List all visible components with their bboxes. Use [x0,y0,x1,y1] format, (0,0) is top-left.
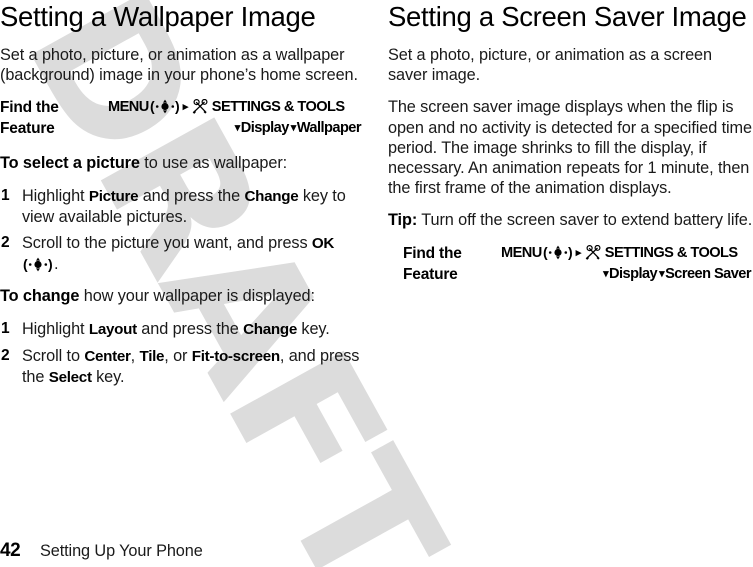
find-the-feature-label-line2: Feature [403,265,458,283]
change-key-label-2: Change [243,320,297,338]
arrow-down-icon-2: ▾ [659,267,665,280]
left-column: Setting a Wallpaper Image Set a photo, p… [0,0,363,400]
find-the-feature-path-row1: MENU() ▸ SETTINGS & TOOLS [501,243,753,264]
list-item: Scroll to the picture you want, and pres… [1,233,335,274]
find-the-feature-wallpaper: Find the Feature MENU() ▸ SETTINGS & TOOLS… [0,97,363,139]
menu-label: MENU [501,244,542,261]
arrow-down-icon-1: ▾ [603,267,609,280]
settings-tools-icon [585,244,602,260]
find-the-feature-path-row1: MENU() ▸ SETTINGS & TOOLS [108,97,363,118]
svg-text:(: ( [543,245,548,260]
screen-saver-tip: Tip: Turn off the screen saver to extend… [388,210,753,230]
svg-text:(: ( [23,257,28,272]
svg-text:): ) [568,245,572,260]
tip-label: Tip: [388,211,418,230]
find-the-feature-label-line1: Find the [403,244,462,262]
change-layout-lead-bold: To change [0,287,80,306]
center-option-label: Center [84,347,131,365]
menu-step-display: Display [240,120,290,137]
find-the-feature-screen-saver: Find the Feature MENU() ▸ SETTINGS & TOOLS… [388,243,753,285]
arrow-right-icon: ▸ [182,101,189,114]
menu-label: MENU [108,99,149,116]
select-picture-lead: To select a picture to use as wallpaper: [0,153,363,173]
footer-chapter-title: Setting Up Your Phone [40,542,203,560]
list-item: Highlight Picture and press the Change k… [1,186,346,226]
find-the-feature-label-line2: Feature [0,120,55,138]
svg-text:): ) [175,99,179,114]
nav-key-icon: () [23,257,53,272]
find-the-feature-label: Find the Feature [403,243,501,285]
menu-step-screen-saver: Screen Saver [665,265,751,282]
select-key-label: Select [48,369,92,387]
change-layout-lead: To change how your wallpaper is displaye… [0,286,363,306]
list-item: Scroll to Center, Tile, or Fit-to-screen… [1,346,360,387]
find-the-feature-path-row2: ▾Display ▾Wallpaper [108,118,363,139]
arrow-right-icon: ▸ [575,246,582,259]
settings-tools-destination: SETTINGS & TOOLS [604,244,738,261]
layout-key-label: Layout [88,320,137,338]
find-the-feature-label-line1: Find the [0,99,59,117]
tile-option-label: Tile [139,347,165,365]
change-layout-lead-rest: how your wallpaper is displayed: [79,287,315,306]
settings-tools-icon [192,99,209,115]
menu-step-wallpaper: Wallpaper [296,120,362,137]
fit-to-screen-option-label: Fit-to-screen [191,347,280,365]
manual-page: Setting a Wallpaper Image Set a photo, p… [0,0,753,567]
find-the-feature-path: MENU() ▸ SETTINGS & TOOLS ▾Display ▾Wallpap… [108,97,363,139]
screen-saver-paragraph-2: The screen saver image displays when the… [388,98,752,198]
settings-tools-destination: SETTINGS & TOOLS [211,99,345,116]
nav-key-icon: () [543,245,573,260]
list-item: Highlight Layout and press the Change ke… [1,319,330,339]
page-number: 42 [0,540,21,561]
right-column: Setting a Screen Saver Image Set a photo… [388,0,753,299]
menu-step-display: Display [609,265,658,282]
screen-saver-section-title: Setting a Screen Saver Image [388,1,747,32]
svg-text:(: ( [150,99,155,114]
find-the-feature-path-row2: ▾Display ▾Screen Saver [501,264,753,285]
page-footer: 42 Setting Up Your Phone [0,540,753,562]
arrow-down-icon-1: ▾ [234,122,241,135]
wallpaper-intro-paragraph: Set a photo, picture, or animation as a … [0,46,358,85]
select-picture-steps: Highlight Picture and press the Change k… [0,186,363,275]
ok-key-label: OK [311,235,335,253]
svg-text:): ) [48,257,53,272]
change-layout-steps: Highlight Layout and press the Change ke… [0,319,363,389]
change-key-label: Change [244,187,299,205]
nav-key-icon: () [150,99,180,114]
find-the-feature-path: MENU() ▸ SETTINGS & TOOLS ▾Display ▾Screen … [501,243,753,285]
arrow-down-icon-2: ▾ [290,122,297,135]
find-the-feature-label: Find the Feature [0,97,108,139]
wallpaper-section-title: Setting a Wallpaper Image [0,1,316,32]
tip-text: Turn off the screen saver to extend batt… [417,211,753,230]
screen-saver-paragraph-1: Set a photo, picture, or animation as a … [388,46,712,85]
select-picture-lead-bold: To select a picture [0,154,140,173]
select-picture-lead-rest: to use as wallpaper: [139,154,288,173]
picture-key-label: Picture [88,187,139,205]
